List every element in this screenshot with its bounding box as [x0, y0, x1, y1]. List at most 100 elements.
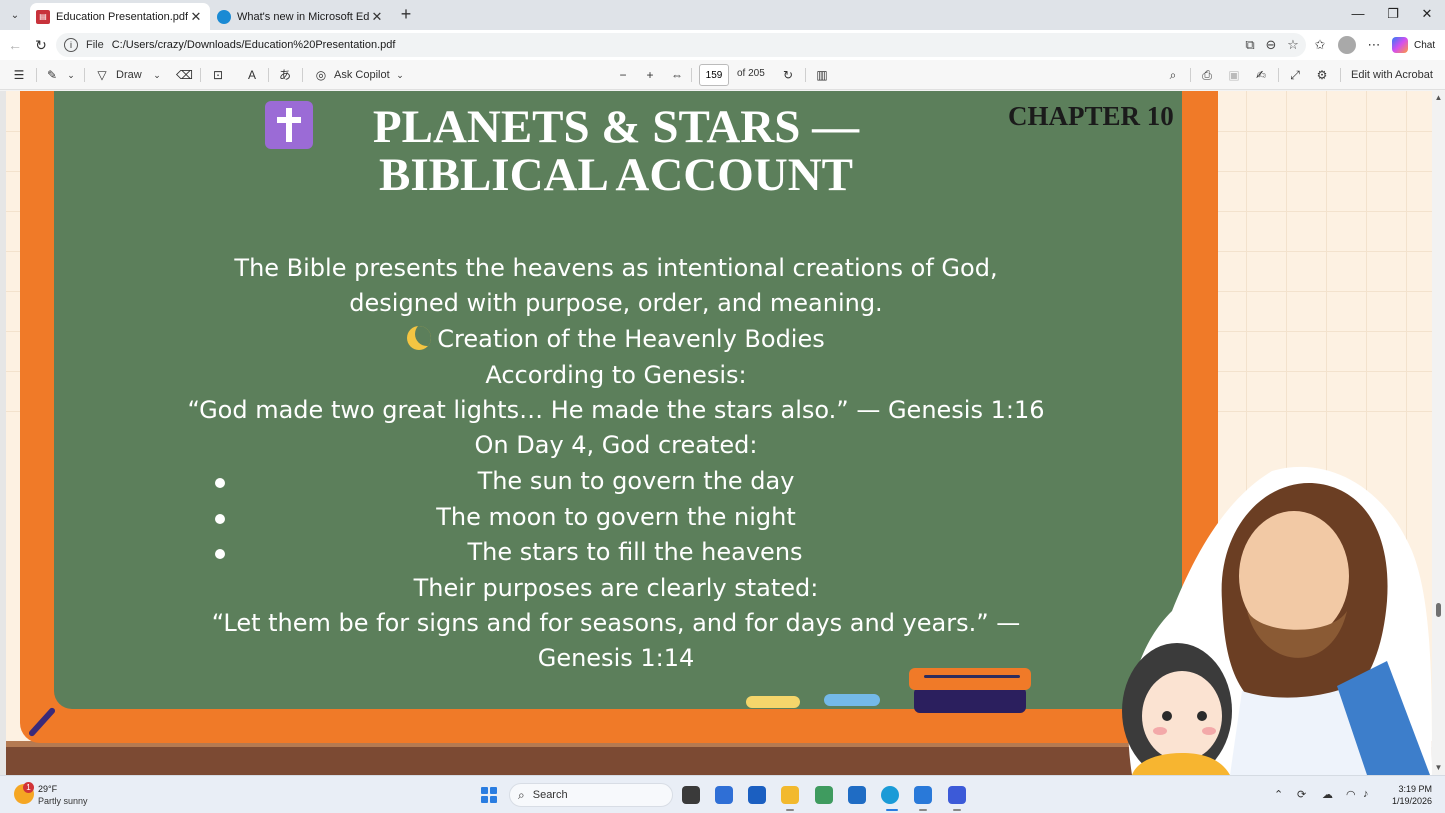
rotate-icon[interactable]: ↻ [780, 67, 796, 83]
blue-chalk [824, 694, 880, 706]
url-text[interactable]: C:/Users/crazy/Downloads/Education%20Pre… [112, 39, 396, 51]
body-line: Their purposes are clearly stated: [413, 574, 819, 602]
scheme-label: File [86, 39, 104, 51]
print-icon[interactable]: ⎙ [1199, 67, 1215, 83]
vertical-scrollbar[interactable]: ▲ ▼ [1432, 91, 1445, 775]
zoom-in-icon[interactable]: + [642, 67, 658, 83]
divider [1340, 68, 1341, 82]
tab-actions-menu-button[interactable]: ⌄ [5, 4, 25, 26]
yellow-chalk [746, 696, 800, 708]
pdf-viewer[interactable]: PLANETS & STARS — BIBLICAL ACCOUNT CHAPT… [0, 91, 1432, 775]
clock-date[interactable]: 1/19/2026 [1388, 796, 1432, 806]
contents-list-icon[interactable]: ☰ [11, 67, 27, 83]
store-icon[interactable] [715, 786, 733, 804]
divider [1278, 68, 1279, 82]
sync-icon[interactable]: ⟳ [1297, 788, 1306, 801]
minimize-icon: — [1351, 6, 1365, 21]
divider [691, 68, 692, 82]
cloud-icon[interactable]: ☁ [1322, 788, 1333, 801]
highlight-icon[interactable]: ✎ [44, 67, 60, 83]
search-placeholder: Search [532, 789, 568, 801]
crescent-moon-icon [407, 326, 432, 350]
body-line: designed with purpose, order, and meanin… [349, 289, 883, 317]
save-icon[interactable]: ▣ [1226, 67, 1242, 83]
tab-strip: ⌄ ▤ Education Presentation.pdf ✕ What's … [0, 0, 1445, 30]
search-icon[interactable]: ⌕ [1165, 67, 1181, 83]
translate-icon[interactable]: あ [277, 67, 293, 83]
favorite-star-icon[interactable]: ☆ [1285, 37, 1301, 53]
scroll-down-arrow-icon[interactable]: ▼ [1434, 763, 1443, 773]
copilot-icon [1392, 37, 1408, 53]
chalkboard-eraser [914, 687, 1026, 713]
draw-icon[interactable]: ▽ [94, 67, 110, 83]
restore-icon: ❐ [1387, 6, 1399, 21]
edge-icon [217, 9, 231, 24]
volume-icon[interactable]: ♪ [1363, 788, 1369, 800]
tab-education-presentation[interactable]: ▤ Education Presentation.pdf ✕ [30, 3, 210, 30]
divider [84, 68, 85, 82]
scripture-quote: “Let them be for signs and for seasons, … [211, 609, 1021, 637]
scrollbar-thumb[interactable] [1436, 603, 1441, 617]
app-icon[interactable] [748, 786, 766, 804]
start-button[interactable] [481, 787, 497, 803]
fit-page-icon[interactable]: ⇔ [669, 67, 685, 83]
app-icon[interactable] [948, 786, 966, 804]
body-line: According to Genesis: [485, 361, 747, 389]
app-icon[interactable] [914, 786, 932, 804]
body-line: On Day 4, God created: [474, 431, 758, 459]
chevron-down-icon[interactable]: ⌄ [150, 67, 164, 83]
taskbar-search[interactable]: ⌕ Search [509, 783, 673, 807]
body-line: The Bible presents the heavens as intent… [234, 254, 998, 282]
task-view-icon[interactable] [682, 786, 700, 804]
pdf-icon: ▤ [36, 9, 50, 24]
favorites-icon[interactable]: ✩ [1312, 37, 1328, 53]
chevron-down-icon[interactable]: ⌄ [64, 67, 78, 83]
restore-button[interactable]: ❐ [1383, 6, 1403, 22]
copilot-chat-button[interactable]: Chat [1392, 35, 1440, 55]
search-icon: ⌕ [518, 787, 525, 802]
chevron-down-icon[interactable]: ⌄ [393, 67, 407, 83]
close-icon[interactable]: ✕ [369, 9, 385, 25]
copilot-icon[interactable]: ◎ [313, 67, 329, 83]
address-field[interactable]: i File C:/Users/crazy/Downloads/Educatio… [56, 33, 1306, 57]
page-number-input[interactable] [699, 64, 729, 86]
text-box-icon[interactable]: ⊡ [210, 67, 226, 83]
slide-title: PLANETS & STARS — BIBLICAL ACCOUNT [372, 101, 860, 201]
refresh-button[interactable]: ↻ [32, 36, 50, 54]
fullscreen-icon[interactable]: ⤢ [1287, 67, 1303, 83]
zoom-out-icon[interactable]: − [615, 67, 631, 83]
wifi-icon[interactable]: ◠ [1346, 788, 1356, 801]
read-aloud-icon[interactable]: ⧉ [1242, 37, 1258, 53]
edit-with-acrobat-button[interactable]: Edit with Acrobat [1351, 67, 1433, 83]
draw-label[interactable]: Draw [116, 67, 142, 83]
info-icon[interactable]: i [64, 38, 78, 52]
scroll-up-arrow-icon[interactable]: ▲ [1434, 93, 1443, 103]
weather-temperature[interactable]: 29°F [38, 784, 57, 794]
close-icon[interactable]: ✕ [188, 9, 204, 25]
page-view-icon[interactable]: ▥ [814, 67, 830, 83]
plus-icon: + [400, 4, 412, 24]
new-tab-button[interactable]: + [396, 5, 416, 25]
file-explorer-icon[interactable] [781, 786, 799, 804]
minimize-button[interactable]: — [1348, 6, 1368, 21]
save-as-icon[interactable]: ✍ [1253, 67, 1269, 83]
arrow-left-icon: ← [8, 37, 22, 53]
back-button[interactable]: ← [6, 36, 24, 54]
eraser-icon[interactable]: ⌫ [176, 67, 193, 83]
app-icon[interactable] [815, 786, 833, 804]
tab-whats-new-edge[interactable]: What's new in Microsoft Edge ✕ [211, 3, 391, 30]
profile-avatar[interactable] [1338, 36, 1356, 54]
edge-icon[interactable] [881, 786, 899, 804]
settings-gear-icon[interactable]: ⚙ [1314, 67, 1330, 83]
tab-label: Education Presentation.pdf [56, 10, 188, 23]
read-aloud-icon[interactable]: A [244, 67, 260, 83]
more-options-icon[interactable]: ⋯ [1366, 37, 1382, 53]
clock-time[interactable]: 3:19 PM [1398, 784, 1432, 794]
outlook-icon[interactable] [848, 786, 866, 804]
zoom-out-icon[interactable]: ⊖ [1263, 37, 1279, 53]
chat-label: Chat [1414, 39, 1436, 51]
ask-copilot-label[interactable]: Ask Copilot [334, 67, 390, 83]
weather-description[interactable]: Partly sunny [38, 796, 88, 806]
chevron-up-icon[interactable]: ⌃ [1274, 788, 1283, 801]
close-window-button[interactable]: ✕ [1417, 6, 1437, 22]
